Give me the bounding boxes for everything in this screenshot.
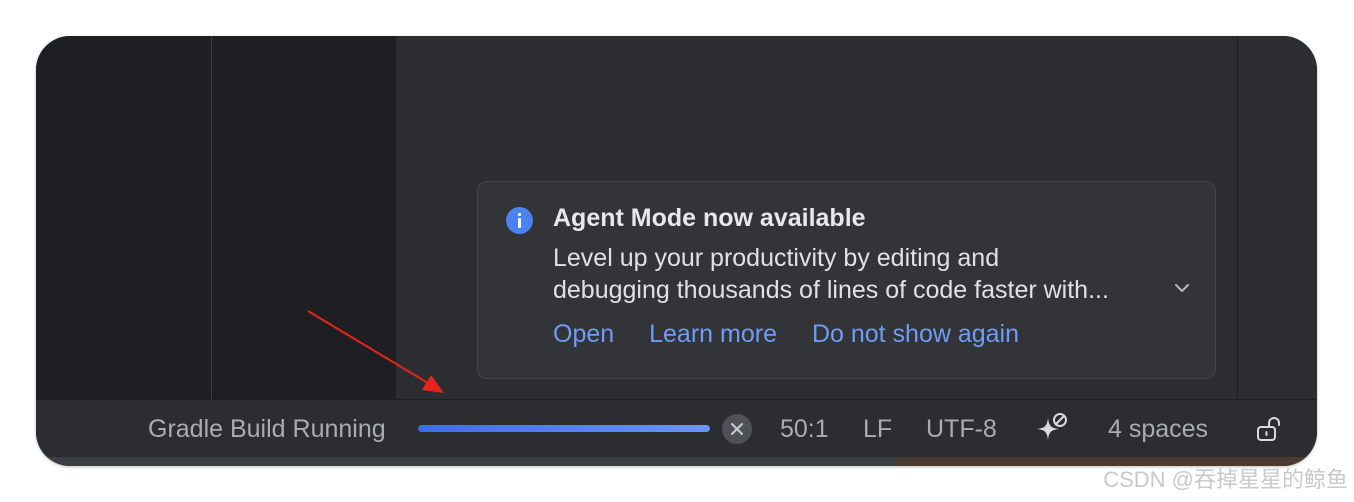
tool-window-pane	[36, 36, 212, 399]
chevron-down-icon[interactable]	[1172, 278, 1192, 298]
learn-more-link[interactable]: Learn more	[649, 320, 777, 348]
ide-window: Agent Mode now available Level up your p…	[36, 36, 1317, 466]
build-progress-fill	[418, 425, 710, 432]
right-tool-strip	[1237, 36, 1317, 399]
sparkle-icon[interactable]	[1034, 412, 1070, 446]
notification-title: Agent Mode now available	[553, 204, 866, 232]
open-link[interactable]: Open	[553, 320, 614, 348]
indent-setting[interactable]: 4 spaces	[1108, 400, 1208, 458]
build-progress-bar[interactable]	[418, 425, 710, 432]
caret-position[interactable]: 50:1	[780, 400, 829, 458]
close-icon	[731, 423, 743, 435]
red-arrow-annotation	[307, 310, 444, 393]
status-bar: Gradle Build Running 50:1 LF UTF-8 4 spa…	[36, 399, 1317, 458]
build-task-label[interactable]: Gradle Build Running	[148, 400, 386, 458]
notification-body-line2: debugging thousands of lines of code fas…	[553, 276, 1109, 304]
agent-mode-notification: Agent Mode now available Level up your p…	[477, 181, 1216, 379]
cancel-build-button[interactable]	[722, 414, 752, 444]
notification-body-line1: Level up your productivity by editing an…	[553, 244, 1000, 272]
do-not-show-again-link[interactable]: Do not show again	[812, 320, 1019, 348]
info-icon	[506, 207, 533, 234]
notification-body: Level up your productivity by editing an…	[553, 242, 1193, 306]
notification-actions: Open Learn more Do not show again	[553, 320, 1047, 349]
line-separator[interactable]: LF	[863, 400, 892, 458]
watermark: CSDN @吞掉星星的鲸鱼	[1103, 467, 1348, 492]
file-encoding[interactable]: UTF-8	[926, 400, 997, 458]
unlock-icon[interactable]	[1254, 414, 1284, 444]
